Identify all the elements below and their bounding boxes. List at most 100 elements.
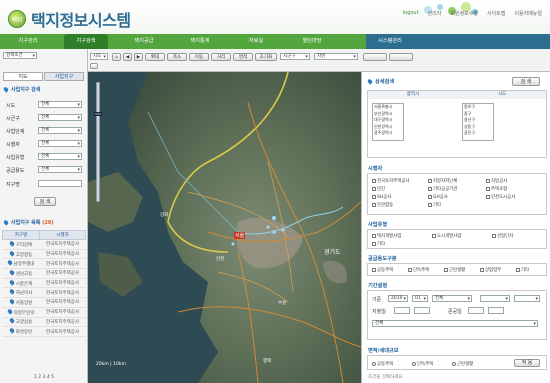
- nav-item-district-search[interactable]: 지구검색: [64, 34, 108, 49]
- implementer-checkbox[interactable]: 인천도시공사: [486, 194, 515, 200]
- pagination[interactable]: 1 2 3 4 5: [2, 375, 86, 380]
- location-pin-icon[interactable]: [8, 288, 15, 295]
- home-icon[interactable]: ⌂: [112, 53, 121, 61]
- zoom-in-button[interactable]: 확대: [145, 53, 165, 61]
- area-radio[interactable]: 단독주택: [412, 361, 433, 367]
- implementer-checkbox[interactable]: SH공사: [372, 194, 391, 200]
- area-apply-button[interactable]: 적 용: [514, 359, 540, 367]
- district-name-cell[interactable]: 시흥은계: [2, 278, 40, 289]
- nav-item-system-mgmt[interactable]: 시스템관리: [370, 34, 410, 49]
- layer-toggle-icon[interactable]: [90, 63, 98, 69]
- completion-date-end-input[interactable]: [488, 307, 504, 314]
- designated-date-input[interactable]: [394, 307, 410, 314]
- search-button[interactable]: 검 색: [34, 197, 56, 206]
- forward-icon[interactable]: ▶: [134, 53, 143, 61]
- sido-select[interactable]: 전체: [38, 101, 82, 108]
- table-row[interactable]: 남양주별내 한국토지주택공사: [2, 258, 86, 270]
- table-row[interactable]: 고양삼송 한국토지주택공사: [2, 317, 86, 328]
- period-month-select[interactable]: 01: [412, 295, 428, 302]
- location-pin-icon[interactable]: [8, 327, 15, 334]
- top-link-logout[interactable]: logout: [403, 10, 419, 17]
- measure-area-button[interactable]: 면적: [233, 53, 253, 61]
- table-row[interactable]: 고양향동 한국토지주택공사: [2, 249, 86, 260]
- location-pin-icon[interactable]: [8, 317, 15, 325]
- back-icon[interactable]: ◀: [123, 53, 132, 61]
- measure-distance-button[interactable]: 거리: [211, 53, 231, 61]
- district-name-cell[interactable]: 고양삼송: [2, 317, 40, 328]
- table-row[interactable]: 서울양원 한국토지주택공사: [2, 297, 86, 308]
- location-pin-icon[interactable]: [8, 240, 15, 247]
- detail-search-button[interactable]: 검 색: [512, 77, 540, 86]
- district-name-cell[interactable]: 의정부민락: [2, 307, 40, 318]
- top-link-sitemap[interactable]: 사이트맵: [487, 10, 505, 17]
- top-link-admin[interactable]: 관리자: [428, 10, 442, 17]
- implementer-checkbox[interactable]: 민간: [372, 186, 385, 192]
- top-link-profile[interactable]: 회원정보수정: [450, 10, 478, 17]
- implementer-checkbox[interactable]: GH공사: [428, 194, 448, 200]
- supply-checkbox[interactable]: 근린생활: [444, 267, 465, 273]
- type-select[interactable]: 전체: [38, 153, 82, 160]
- zoom-slider-handle[interactable]: [94, 112, 102, 116]
- implementer-checkbox[interactable]: 지방자치단체: [428, 178, 457, 184]
- period-end-month-select[interactable]: [514, 295, 540, 302]
- tab-map[interactable]: 지도: [3, 72, 43, 81]
- stage-select[interactable]: 전체: [38, 127, 82, 134]
- table-row[interactable]: 구리갈매 한국토지주택공사: [2, 239, 86, 250]
- implementer-checkbox[interactable]: 기타공공기관: [428, 186, 457, 192]
- table-row[interactable]: 시흥은계 한국토지주택공사: [2, 278, 86, 289]
- location-pin-icon[interactable]: [8, 249, 15, 257]
- table-row[interactable]: 성남고등 한국토지주택공사: [2, 268, 86, 279]
- search-mode-select[interactable]: 검색조건: [3, 52, 37, 59]
- implementer-checkbox[interactable]: 기타: [428, 202, 441, 208]
- implementer-checkbox[interactable]: 민관합동: [372, 202, 393, 208]
- address-search-select[interactable]: 지번: [314, 53, 358, 60]
- table-row[interactable]: 화성동탄 한국토지주택공사: [2, 326, 86, 337]
- project-type-checkbox[interactable]: 택지개발사업: [372, 233, 401, 239]
- location-pin-icon[interactable]: [8, 278, 15, 286]
- sigungu-select[interactable]: 전체: [38, 114, 82, 121]
- nav-item-statistics[interactable]: 택지통계: [178, 34, 222, 49]
- supply-checkbox[interactable]: 공동주택: [372, 267, 393, 273]
- zoom-out-button[interactable]: 축소: [167, 53, 187, 61]
- period-year-select[interactable]: 2010: [388, 295, 408, 302]
- right-tool-button[interactable]: [389, 53, 413, 61]
- nav-item-open-forum[interactable]: 열린마당: [290, 34, 334, 49]
- location-pin-icon[interactable]: [6, 259, 13, 266]
- map-sido-select[interactable]: 시도: [90, 53, 108, 60]
- project-type-checkbox[interactable]: 도시개발사업: [432, 233, 461, 239]
- district-name-cell[interactable]: 하남미사: [2, 287, 40, 299]
- implementer-checkbox[interactable]: 지방공사: [486, 178, 507, 184]
- pan-button[interactable]: 이동: [189, 53, 209, 61]
- project-type-checkbox[interactable]: 산업단지: [492, 233, 513, 239]
- designated-date-end-input[interactable]: [414, 307, 430, 314]
- nav-item-archive[interactable]: 자료실: [236, 34, 276, 49]
- right-tool-button[interactable]: [363, 53, 387, 61]
- site-logo[interactable]: 택지 택지정보시스템: [8, 7, 131, 31]
- table-row[interactable]: 의정부민락 한국토지주택공사: [2, 307, 86, 318]
- area-radio[interactable]: 근린생활: [452, 361, 473, 367]
- tab-district[interactable]: 사업지구: [44, 72, 84, 81]
- district-name-cell[interactable]: 성남고등: [2, 268, 40, 279]
- district-name-input[interactable]: [38, 180, 82, 187]
- nav-item-district-mgmt[interactable]: 지구관리: [6, 34, 50, 49]
- implementer-checkbox[interactable]: 주택조합: [486, 186, 507, 192]
- period-end-year-select[interactable]: [480, 295, 510, 302]
- top-link-manual[interactable]: 이용자매뉴얼: [514, 10, 542, 17]
- district-name-cell[interactable]: 고양향동: [2, 249, 40, 260]
- completion-date-input[interactable]: [468, 307, 484, 314]
- reset-button[interactable]: 초기화: [255, 53, 277, 61]
- district-name-cell[interactable]: 구리갈매: [2, 239, 40, 250]
- nav-item-land-supply[interactable]: 택지공급: [122, 34, 166, 49]
- supply-select[interactable]: 전체: [38, 166, 82, 173]
- region-list-b[interactable]: 종로구 중구 용산구 성동구 광진구: [462, 103, 494, 141]
- implementer-select[interactable]: 전체: [38, 140, 82, 147]
- implementer-checkbox[interactable]: 한국토지주택공사: [372, 178, 409, 184]
- location-pin-icon[interactable]: [8, 298, 15, 305]
- map-sigungu-select[interactable]: 시군구: [280, 53, 310, 60]
- location-pin-icon[interactable]: [8, 269, 15, 276]
- supply-checkbox[interactable]: 기타: [516, 267, 529, 273]
- table-row[interactable]: 하남미사 한국토지주택공사: [2, 287, 86, 299]
- supply-checkbox[interactable]: 단독주택: [408, 267, 429, 273]
- period-kind-select[interactable]: 전체: [432, 295, 472, 302]
- district-name-cell[interactable]: 화성동탄: [2, 326, 40, 337]
